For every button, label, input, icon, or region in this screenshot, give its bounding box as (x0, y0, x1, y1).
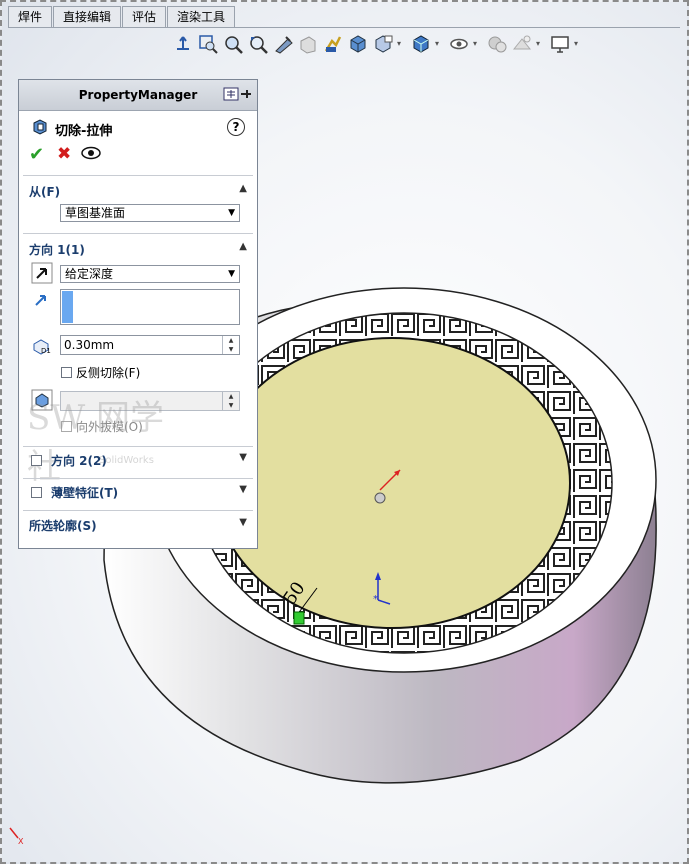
previous-view-icon[interactable] (247, 33, 269, 55)
chevron-down-icon[interactable]: ▾ (536, 33, 544, 55)
divider (23, 175, 253, 176)
watermark-sub: SolidWorks (99, 455, 154, 466)
section-direction2-title[interactable]: 方向 2(2) (51, 452, 107, 469)
view-settings-icon[interactable] (322, 33, 344, 55)
divider (23, 478, 253, 479)
flip-side-label: 反侧切除(F) (76, 366, 141, 380)
divider (23, 446, 253, 447)
tab-divider (8, 27, 680, 28)
zoom-to-area-icon[interactable] (222, 33, 244, 55)
chevron-down-icon: ▼ (228, 269, 235, 279)
depth-icon: D1 (33, 339, 51, 355)
svg-text:X: X (18, 837, 24, 846)
edit-appearance-icon[interactable] (410, 33, 432, 55)
property-manager-header: PropertyManager (19, 80, 257, 111)
chevron-down-icon[interactable]: ▾ (397, 33, 405, 55)
apply-scene-icon[interactable] (486, 33, 508, 55)
section-view-icon[interactable] (272, 33, 294, 55)
tab-render-tools[interactable]: 渲染工具 (167, 6, 236, 27)
chevron-down-icon[interactable]: ▼ (239, 484, 247, 495)
end-condition-value: 给定深度 (65, 267, 114, 281)
chevron-down-icon[interactable]: ▾ (574, 33, 582, 55)
section-from-title[interactable]: 从(F) (29, 183, 60, 200)
command-manager-tabs: 焊件 直接编辑 评估 渲染工具 (8, 6, 236, 28)
from-select-value: 草图基准面 (65, 206, 126, 220)
chevron-up-icon[interactable]: ▲ (239, 241, 247, 252)
monitor-icon[interactable] (549, 33, 571, 55)
divider (23, 510, 253, 511)
reference-triad-icon: X (9, 827, 24, 846)
from-select[interactable]: 草图基准面 ▼ (60, 204, 240, 222)
property-manager-title: PropertyManager (78, 88, 198, 102)
feature-title: 切除-拉伸 (55, 124, 113, 139)
divider (23, 233, 253, 234)
chevron-down-icon[interactable]: ▼ (239, 517, 247, 528)
eye-icon[interactable] (448, 33, 470, 55)
chevron-up-icon[interactable]: ▲ (239, 183, 247, 194)
flip-side-checkbox[interactable] (61, 367, 72, 378)
display-style-icon[interactable] (347, 33, 369, 55)
direction-selection-box[interactable] (60, 289, 240, 325)
selection-indicator (62, 291, 73, 323)
scene-icon[interactable] (511, 33, 533, 55)
svg-text:D1: D1 (41, 347, 51, 355)
depth-value: 0.30mm (64, 338, 115, 352)
heads-up-toolbar: ▾ ▾ ▾ ▾ ▾ (172, 32, 587, 56)
direction2-checkbox[interactable] (31, 455, 42, 466)
chevron-down-icon[interactable]: ▾ (435, 33, 443, 55)
cut-extrude-icon (33, 119, 47, 135)
depth-input[interactable]: 0.30mm ▲ ▼ (60, 335, 240, 355)
tab-weldments[interactable]: 焊件 (8, 6, 53, 27)
selected-face[interactable] (213, 337, 571, 629)
ok-button[interactable]: ✔ (29, 144, 44, 165)
section-thin-feature-title[interactable]: 薄壁特征(T) (51, 484, 118, 501)
direction-vector-icon (35, 295, 46, 306)
hide-show-icon[interactable] (372, 33, 394, 55)
help-icon[interactable]: ? (227, 118, 245, 136)
reverse-direction-icon[interactable] (31, 262, 53, 284)
section-direction1-title[interactable]: 方向 1(1) (29, 241, 85, 258)
property-manager-panel: PropertyManager 切除-拉伸 ? ✔ ✖ 从(F) ▲ 草图基准面… (18, 79, 258, 549)
view-orientation-icon[interactable] (172, 33, 194, 55)
chevron-down-icon[interactable]: ▾ (473, 33, 481, 55)
preview-eye-icon[interactable] (81, 146, 101, 160)
cancel-button[interactable]: ✖ (57, 144, 71, 164)
chevron-down-icon[interactable]: ▼ (239, 452, 247, 463)
tab-evaluate[interactable]: 评估 (122, 6, 167, 27)
section-selected-contours-title[interactable]: 所选轮廓(S) (29, 517, 97, 534)
svg-text:*: * (373, 594, 378, 605)
tab-direct-editing[interactable]: 直接编辑 (53, 6, 122, 27)
end-condition-select[interactable]: 给定深度 ▼ (60, 265, 240, 283)
zoom-to-fit-icon[interactable] (197, 33, 219, 55)
thin-feature-checkbox[interactable] (31, 487, 42, 498)
chevron-down-icon: ▼ (228, 208, 235, 218)
dynamic-annotation-icon[interactable] (297, 33, 319, 55)
pin-icon[interactable] (223, 86, 253, 102)
spinner-icon[interactable]: ▲ ▼ (222, 336, 239, 354)
spinner-icon[interactable]: ▲ ▼ (222, 392, 239, 410)
